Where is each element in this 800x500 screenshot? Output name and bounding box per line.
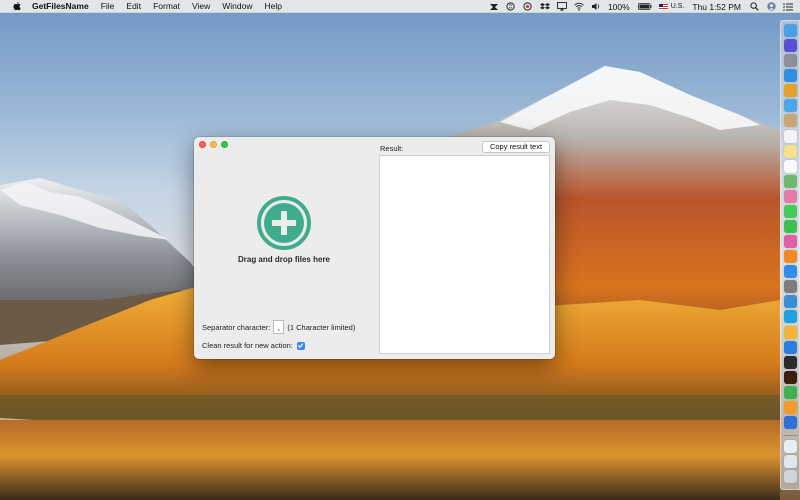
input-source-label[interactable]: U.S. [671,3,685,10]
system-preferences-icon[interactable] [783,280,797,294]
photos-icon[interactable] [783,189,797,203]
notes-icon[interactable] [783,144,797,158]
battery-percentage: 100% [607,1,630,12]
checkmark-icon [298,343,304,349]
finder-icon[interactable] [783,24,797,37]
menu-format[interactable]: Format [153,1,180,11]
menu-file[interactable]: File [101,1,115,11]
maps-icon[interactable] [783,174,797,188]
add-files-plus-icon [257,196,311,250]
separator-label: Separator character: [202,322,271,332]
app-name-menu[interactable]: GetFilesName [32,1,89,11]
snippets-icon[interactable] [489,2,499,11]
dropbox-icon[interactable] [539,2,550,11]
spotlight-search-icon[interactable] [749,2,759,11]
drop-zone-label: Drag and drop files here [237,255,331,264]
messages-icon[interactable] [783,204,797,218]
downloads-stack-icon[interactable] [783,440,797,454]
window-controls [199,141,232,148]
apple-menu-icon[interactable] [11,1,23,11]
itunes-icon[interactable] [783,235,797,249]
ibooks-icon[interactable] [783,250,797,264]
minimize-window-button[interactable] [210,141,217,148]
pages-icon[interactable] [783,400,797,414]
volume-icon[interactable] [591,2,601,11]
menu-bar: GetFilesName File Edit Format View Windo… [0,0,800,13]
skype-icon[interactable] [506,2,516,11]
airplay-icon[interactable] [557,2,567,11]
clean-result-checkbox[interactable] [296,341,305,350]
us-flag-icon[interactable] [658,3,668,10]
clean-result-row: Clean result for new action: [202,341,305,350]
numbers-icon[interactable] [783,385,797,399]
calendar-icon[interactable] [783,129,797,143]
result-text-area[interactable] [379,155,550,354]
notification-center-icon[interactable] [783,2,793,11]
skype-app-icon[interactable] [783,310,797,324]
copy-result-button[interactable]: Copy result text [482,141,550,153]
app-store-icon[interactable] [783,265,797,279]
launchpad-icon[interactable] [783,54,797,68]
terminal-icon[interactable] [783,355,797,369]
safari-icon[interactable] [783,69,797,83]
menu-edit[interactable]: Edit [126,1,141,11]
xcode-icon[interactable] [783,295,797,309]
sketch-icon[interactable] [783,325,797,339]
dock [780,20,800,490]
pin-app-icon[interactable] [783,340,797,354]
getfilesname-window: Drag and drop files here Separator chara… [194,137,555,359]
result-label: Result: [380,144,404,153]
battery-icon[interactable] [637,2,652,11]
documents-stack-icon[interactable] [783,455,797,469]
wifi-icon[interactable] [574,2,584,11]
separator-row: Separator character: (1 Character limite… [202,320,355,334]
illustrator-icon[interactable] [783,370,797,384]
chrome-icon[interactable] [783,84,797,98]
facetime-icon[interactable] [783,220,797,234]
contacts-icon[interactable] [783,114,797,128]
menu-help[interactable]: Help [265,1,282,11]
clock[interactable]: Thu 1:52 PM [692,2,741,12]
siri-icon[interactable] [783,39,797,53]
menu-window[interactable]: Window [222,1,252,11]
clean-result-label: Clean result for new action: [202,341,293,350]
separator-input[interactable] [273,320,285,334]
mail-icon[interactable] [783,99,797,113]
separator-hint: (1 Character limited) [287,322,356,332]
zoom-window-button[interactable] [221,141,228,148]
close-window-button[interactable] [199,141,206,148]
user-avatar-icon[interactable] [766,2,776,11]
keynote-icon[interactable] [783,416,797,430]
dock-separator [783,435,797,437]
reminders-icon[interactable] [783,159,797,173]
trash-icon[interactable] [783,470,797,484]
screen-recorder-icon[interactable] [523,2,533,11]
menu-view[interactable]: View [192,1,210,11]
